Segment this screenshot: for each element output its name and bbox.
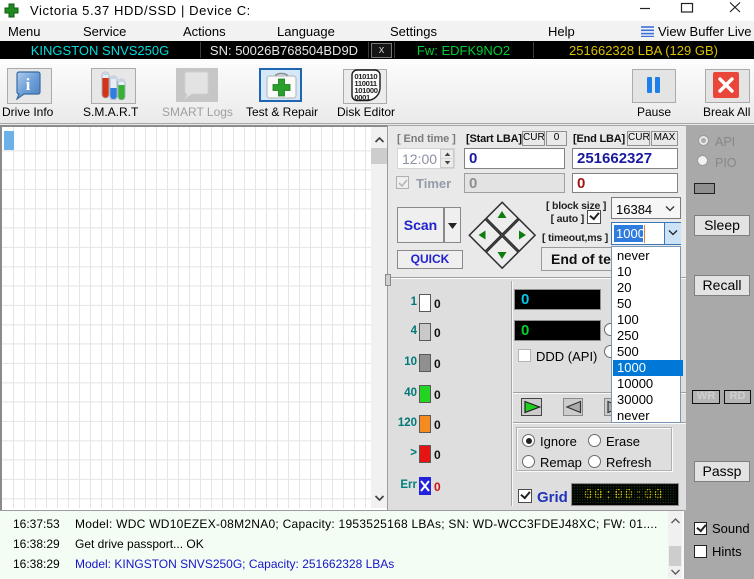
svg-text:0001: 0001	[354, 93, 371, 102]
svg-text:i: i	[26, 75, 31, 94]
svg-text:00:00:00: 00:00:00	[584, 487, 664, 504]
